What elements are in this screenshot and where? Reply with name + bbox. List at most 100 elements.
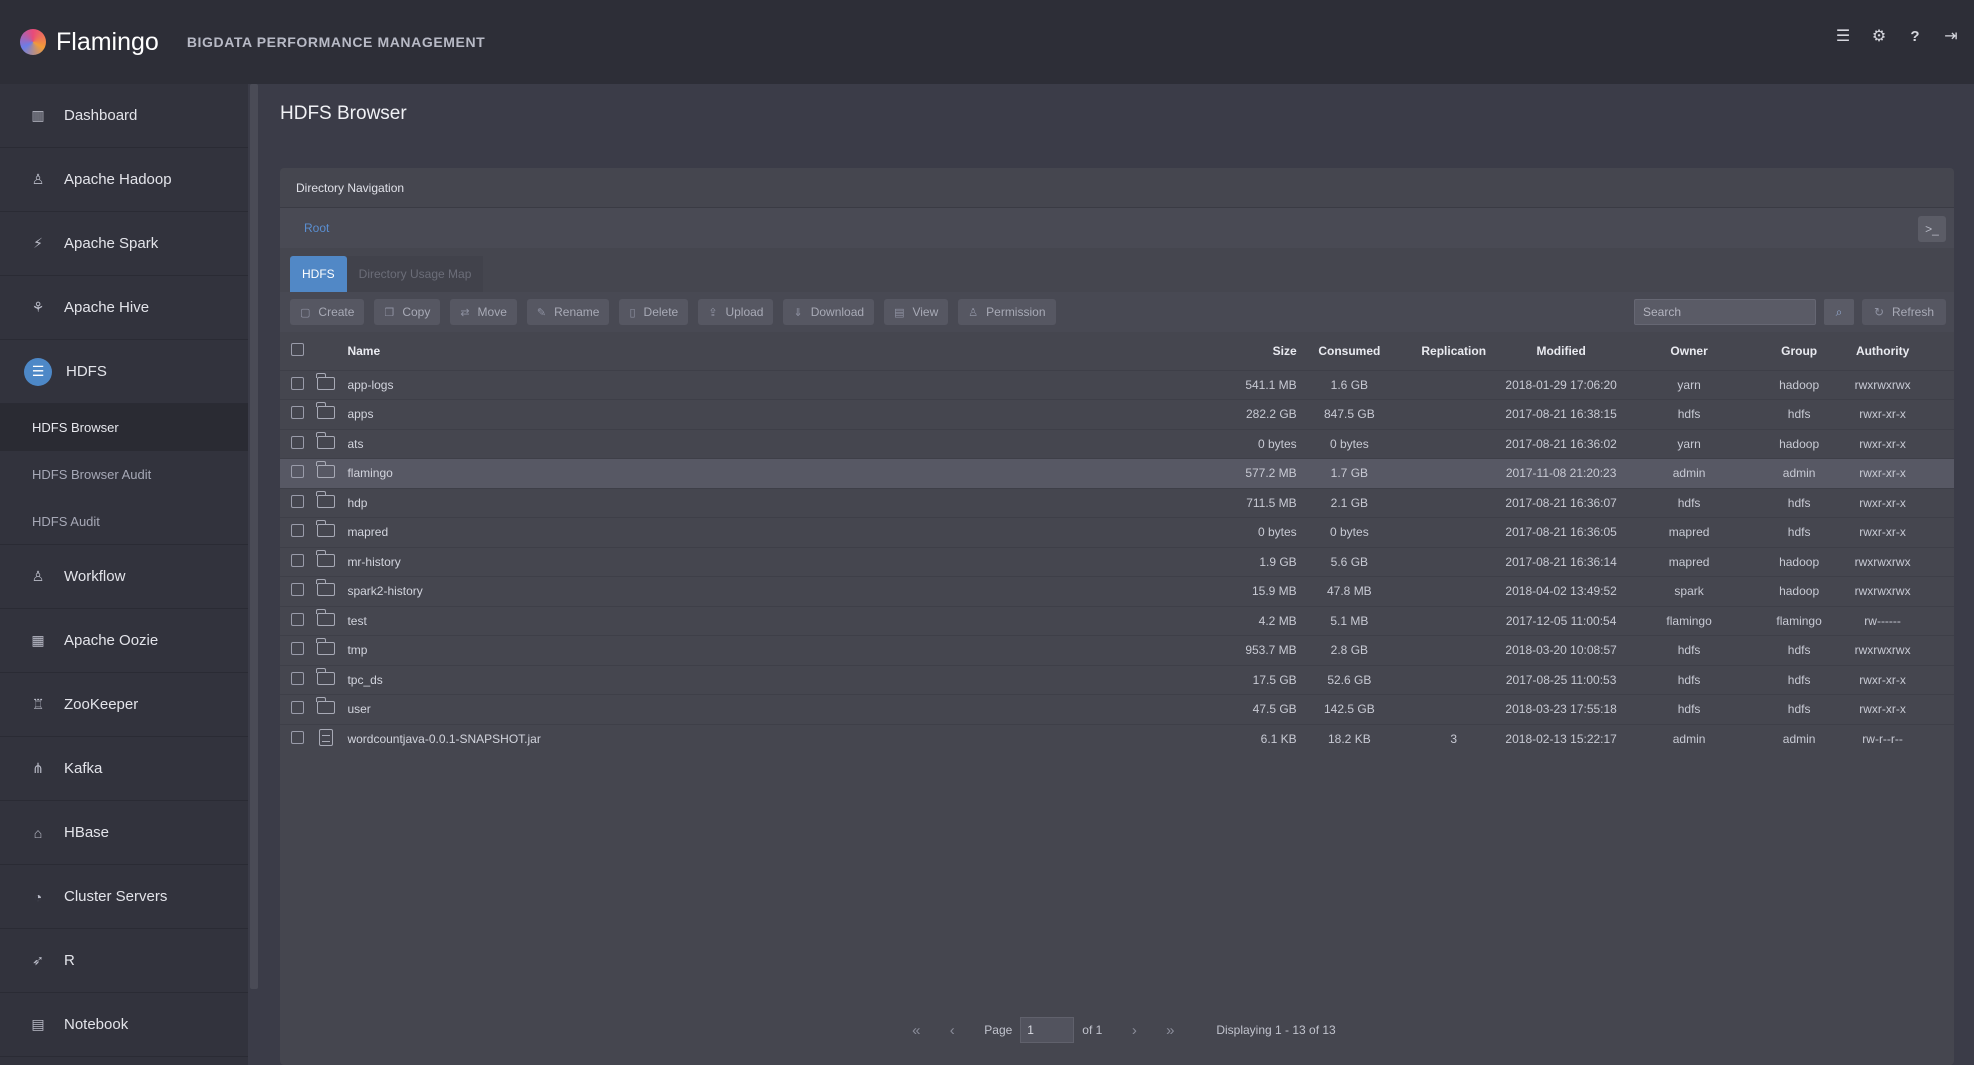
cell-name[interactable]: app-logs <box>347 370 783 400</box>
page-number-input[interactable] <box>1020 1017 1075 1043</box>
panel-header: Directory Navigation <box>280 168 1954 208</box>
cell-name[interactable]: flamingo <box>347 459 783 489</box>
tab-directory-usage-map[interactable]: Directory Usage Map <box>346 256 484 292</box>
cell-name[interactable]: user <box>347 695 783 725</box>
cell-name[interactable]: hdp <box>347 488 783 518</box>
cell-name[interactable]: tmp <box>347 636 783 666</box>
column-header-replication[interactable]: Replication <box>1402 332 1505 370</box>
sidebar-item-r[interactable]: ➶ R <box>0 929 248 993</box>
move-button[interactable]: ⇄ Move <box>450 299 517 325</box>
copy-button[interactable]: ❐ Copy <box>374 299 441 325</box>
sidebar-subitem-hdfs-audit[interactable]: HDFS Audit <box>0 498 248 545</box>
sidebar-item-zookeeper[interactable]: ♖ ZooKeeper <box>0 673 248 737</box>
first-page-icon[interactable]: « <box>904 1022 928 1039</box>
sidebar-item-apache-oozie[interactable]: ▦ Apache Oozie <box>0 609 248 673</box>
gear-icon[interactable]: ⚙ <box>1870 28 1888 46</box>
cell-name[interactable]: test <box>347 606 783 636</box>
row-checkbox[interactable] <box>290 731 304 744</box>
cell-name[interactable]: mapred <box>347 518 783 548</box>
sidebar-subitem-hdfs-browser-audit[interactable]: HDFS Browser Audit <box>0 451 248 498</box>
cell-name[interactable]: tpc_ds <box>347 665 783 695</box>
create-button[interactable]: ▢ Create <box>290 299 365 325</box>
cell-name[interactable]: mr-history <box>347 547 783 577</box>
refresh-button[interactable]: ↻ Refresh <box>1862 299 1946 325</box>
row-checkbox[interactable] <box>290 376 304 390</box>
download-button[interactable]: ⇓ Download <box>783 299 875 325</box>
table-row[interactable]: mr-history 1.9 GB 5.6 GB 2017-08-21 16:36:1… <box>280 547 1954 577</box>
upload-button[interactable]: ⇪ Upload <box>698 299 774 325</box>
table-row[interactable]: apps 282.2 GB 847.5 GB 2017-08-21 16:38:15 h… <box>280 399 1954 430</box>
select-all-checkbox[interactable] <box>290 342 304 356</box>
table-row[interactable]: wordcountjava-0.0.1-SNAPSHOT.jar 6.1 KB 18… <box>280 724 1954 754</box>
sidebar-item-hbase[interactable]: ⌂ HBase <box>0 801 248 865</box>
logout-icon[interactable]: ⇥ <box>1942 28 1960 46</box>
column-header-name[interactable]: Name <box>347 332 783 370</box>
column-header-modified[interactable]: Modified <box>1505 332 1616 370</box>
row-checkbox[interactable] <box>290 671 304 685</box>
cell-authority: rwxrwxrwx <box>1854 643 1911 658</box>
table-row[interactable]: ats 0 bytes 0 bytes 2017-08-21 16:36:02 yarn… <box>280 429 1954 459</box>
row-checkbox[interactable] <box>290 465 304 479</box>
cell-name[interactable]: wordcountjava-0.0.1-SNAPSHOT.jar <box>347 724 783 754</box>
row-checkbox[interactable] <box>290 642 304 656</box>
cell-name[interactable]: spark2-history <box>347 577 783 607</box>
table-row[interactable]: user 47.5 GB 142.5 GB 2018-03-23 17:55:18 hd… <box>280 694 1954 725</box>
sidebar-item-dashboard[interactable]: ▥ Dashboard <box>0 84 248 148</box>
app-logo[interactable]: Flamingo <box>20 28 159 57</box>
sidebar-item-apache-hadoop[interactable]: ♙ Apache Hadoop <box>0 148 248 212</box>
sidebar-item-apache-spark[interactable]: ⚡ Apache Spark <box>0 212 248 276</box>
row-checkbox[interactable] <box>290 553 304 567</box>
search-icon[interactable]: ⌕ <box>1824 299 1854 325</box>
sidebar-subitem-label: HDFS Browser <box>32 420 119 435</box>
row-checkbox[interactable] <box>290 612 304 626</box>
cell-name[interactable]: apps <box>347 400 783 430</box>
sidebar-item-notebook[interactable]: ▤ Notebook <box>0 993 248 1057</box>
prev-page-icon[interactable]: ‹ <box>940 1022 964 1039</box>
sidebar-item-hdfs[interactable]: ☰ HDFS <box>0 340 248 404</box>
table-row[interactable]: mapred 0 bytes 0 bytes 2017-08-21 16:36:05 m… <box>280 517 1954 548</box>
cell-name[interactable]: ats <box>347 429 783 459</box>
table-row[interactable]: tmp 953.7 MB 2.8 GB 2018-03-20 10:08:57 hdfs… <box>280 635 1954 666</box>
column-header-group[interactable]: Group <box>1761 332 1837 370</box>
permission-button[interactable]: ♙ Permission <box>958 299 1056 325</box>
table-row[interactable]: tpc_ds 17.5 GB 52.6 GB 2017-08-25 11:00:53 h… <box>280 665 1954 695</box>
column-header-owner[interactable]: Owner <box>1617 332 1761 370</box>
row-checkbox[interactable] <box>290 583 304 597</box>
sidebar-subitem-hdfs-browser[interactable]: HDFS Browser <box>0 404 248 451</box>
path-breadcrumb-root[interactable]: Root <box>304 221 329 235</box>
table-row[interactable]: flamingo 577.2 MB 1.7 GB 2017-11-08 21:20:2… <box>280 458 1954 489</box>
next-page-icon[interactable]: › <box>1122 1022 1146 1039</box>
column-header-consumed[interactable]: Consumed <box>1297 332 1402 370</box>
help-icon[interactable]: ? <box>1906 28 1924 46</box>
row-checkbox[interactable] <box>290 435 304 449</box>
table-row[interactable]: app-logs 541.1 MB 1.6 GB 2018-01-29 17:06:2… <box>280 370 1954 400</box>
search-input[interactable] <box>1634 299 1816 325</box>
column-header-size[interactable]: Size <box>784 332 1297 370</box>
cell-consumed: 1.6 GB <box>1330 377 1369 392</box>
sidebar-item-label: HBase <box>64 824 110 841</box>
sidebar-item-apache-hive[interactable]: ⚘ Apache Hive <box>0 276 248 340</box>
cell-group: admin <box>1782 732 1816 746</box>
table-row[interactable]: spark2-history 15.9 MB 47.8 MB 2018-04-02 1… <box>280 576 1954 607</box>
sidebar-item-cluster-servers[interactable]: ◔ Cluster Servers <box>0 865 248 929</box>
sidebar-item-workflow[interactable]: ♙ Workflow <box>0 545 248 609</box>
delete-button[interactable]: ▯ Delete <box>619 299 689 325</box>
table-row[interactable]: test 4.2 MB 5.1 MB 2017-12-05 11:00:54 flami… <box>280 606 1954 636</box>
last-page-icon[interactable]: » <box>1158 1022 1182 1039</box>
row-checkbox[interactable] <box>290 406 304 420</box>
column-header-authority[interactable]: Authority <box>1837 332 1928 370</box>
menu-icon[interactable]: ☰ <box>1834 28 1852 46</box>
row-checkbox[interactable] <box>290 701 304 715</box>
terminal-icon[interactable]: >_ <box>1918 216 1946 242</box>
view-button[interactable]: ▤ View <box>884 299 949 325</box>
sidebar-subitem-label: HDFS Browser Audit <box>32 467 152 482</box>
tab-hdfs[interactable]: HDFS <box>290 256 347 292</box>
display-count: Displaying 1 - 13 of 13 <box>1216 1023 1336 1037</box>
sidebar-scrollbar[interactable] <box>250 84 258 989</box>
row-checkbox[interactable] <box>290 524 304 538</box>
sidebar-item-kafka[interactable]: ⋔ Kafka <box>0 737 248 801</box>
table-row[interactable]: hdp 711.5 MB 2.1 GB 2017-08-21 16:36:07 hdfs… <box>280 488 1954 518</box>
rename-button[interactable]: ✎ Rename <box>526 299 610 325</box>
cell-consumed: 1.7 GB <box>1330 466 1369 481</box>
row-checkbox[interactable] <box>290 494 304 508</box>
